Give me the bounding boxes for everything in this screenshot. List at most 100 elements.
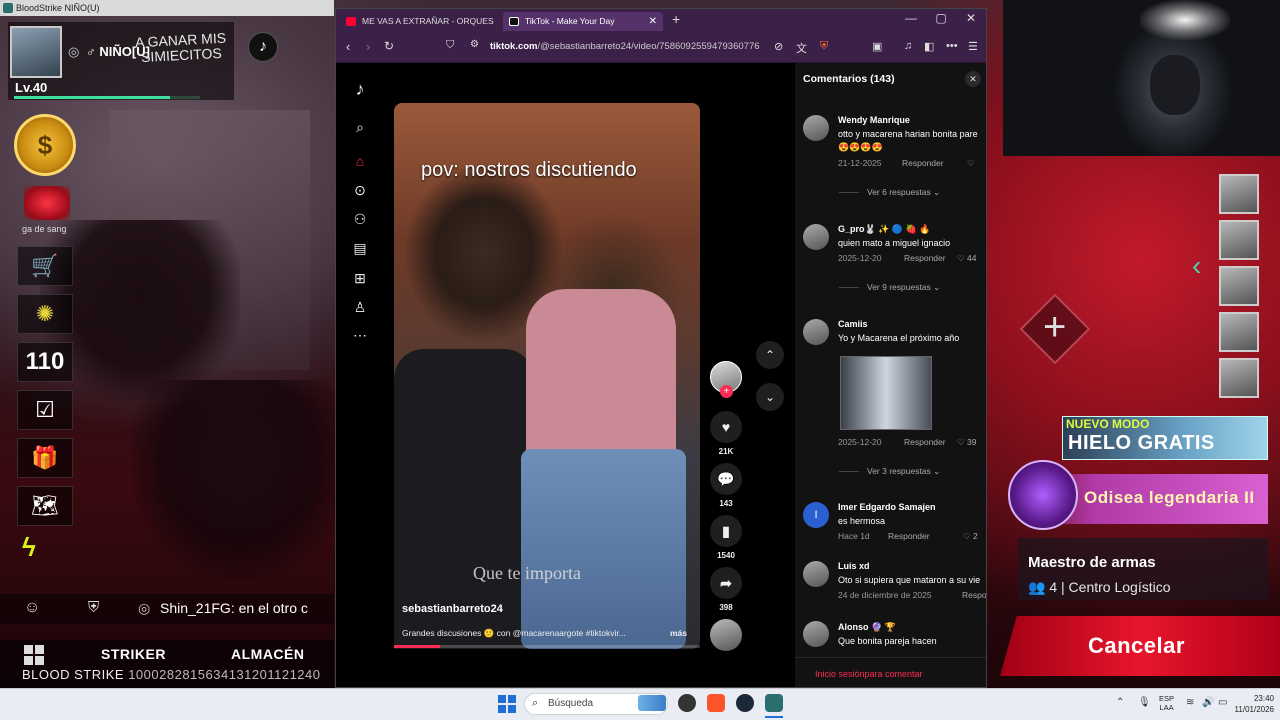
mute-icon[interactable]: ⊘ [774, 40, 783, 53]
more-link[interactable]: más [670, 628, 687, 638]
wheel-icon[interactable]: ✺ [17, 294, 73, 334]
comment-avatar[interactable] [803, 224, 829, 250]
tab-tiktok[interactable]: TikTok - Make Your Day ✕ [503, 12, 663, 31]
windows-start-icon[interactable] [498, 695, 516, 713]
comment-avatar[interactable] [803, 621, 829, 647]
media-icon[interactable]: ♫ [904, 40, 912, 52]
view-replies[interactable]: Ver 6 respuestas ⌄ [839, 187, 940, 198]
close-window-button[interactable]: ✕ [957, 11, 985, 25]
tiktok-logo-icon[interactable]: ♪ [352, 79, 368, 100]
emoji-icon[interactable]: ☺ [24, 599, 40, 617]
search-icon[interactable]: ⌕ [352, 119, 368, 136]
blood-icon[interactable] [24, 186, 70, 220]
like-count[interactable]: ♡ 2 [963, 531, 978, 542]
reply-button[interactable]: Responder [902, 158, 944, 168]
reload-icon[interactable]: ↻ [384, 39, 394, 53]
tiktok-icon[interactable]: ♪ [248, 32, 278, 62]
maximize-button[interactable]: ▢ [927, 11, 955, 25]
tab-striker[interactable]: STRIKER [101, 646, 166, 662]
shield-icon[interactable]: ⛨ [88, 599, 99, 616]
bloodstrike-app-icon[interactable] [765, 694, 783, 712]
site-info-icon[interactable]: ⚙ [470, 39, 479, 50]
cart-icon[interactable]: 🛒 [17, 246, 73, 286]
comment-author[interactable]: Alonso 🔮 🏆 [838, 622, 896, 633]
new-tab-button[interactable]: + [672, 11, 680, 27]
chevron-left-icon[interactable]: ‹ [1192, 250, 1201, 282]
gift-icon[interactable]: 🎁 [17, 438, 73, 478]
forward-icon[interactable]: › [366, 39, 370, 54]
squad-member-thumb[interactable] [1219, 358, 1259, 398]
save-button[interactable]: ▮ 1540 [710, 515, 742, 560]
squad-member-thumb[interactable] [1219, 312, 1259, 352]
brave-shield-icon[interactable]: ⛨ [820, 40, 828, 53]
obs-app-icon[interactable] [678, 694, 696, 712]
like-count[interactable]: ♡ 44 [957, 253, 976, 264]
wallet-icon[interactable]: ▣ [872, 40, 882, 53]
close-tab-icon[interactable]: ✕ [649, 12, 657, 31]
comment-avatar[interactable] [803, 115, 829, 141]
like-icon[interactable]: ♡ [967, 158, 975, 169]
music-disc[interactable] [710, 619, 742, 651]
volume-icon[interactable]: 🔊 [1202, 697, 1214, 708]
comment-author[interactable]: Luis xd [838, 561, 870, 571]
comment-button[interactable]: 💬 143 [710, 463, 742, 508]
coin-icon[interactable]: $ [14, 114, 76, 176]
avatar[interactable] [10, 26, 62, 78]
back-icon[interactable]: ‹ [346, 39, 350, 54]
live-icon[interactable]: ▤ [352, 240, 368, 257]
explore-icon[interactable]: ⊙ [352, 182, 368, 199]
upload-icon[interactable]: ⊞ [352, 270, 368, 287]
tab-almacen[interactable]: ALMACÉN [231, 646, 305, 662]
comment-author[interactable]: Wendy Manrique [838, 115, 910, 125]
counter-button[interactable]: 110 [17, 342, 73, 382]
reply-button[interactable]: Responder [888, 531, 930, 541]
comment-author[interactable]: Camiis [838, 319, 868, 329]
more-icon[interactable]: ⋯ [352, 327, 368, 344]
battery-icon[interactable]: ▭ [1218, 697, 1227, 708]
like-count[interactable]: ♡ 39 [957, 437, 976, 448]
tray-chevron-icon[interactable]: ⌃ [1116, 697, 1124, 708]
steam-app-icon[interactable] [736, 694, 754, 712]
video-progress-bar[interactable] [394, 645, 700, 648]
microphone-icon[interactable]: 🎙 [1138, 697, 1151, 708]
reply-button[interactable]: Responder [904, 437, 946, 447]
follow-button[interactable]: + [720, 385, 733, 398]
url-field[interactable]: tiktok.com/@sebastianbarreto24/video/758… [490, 41, 760, 52]
menu-icon[interactable]: ☰ [968, 40, 978, 53]
login-link[interactable]: Inicio sesiónpara comentar [815, 669, 923, 679]
sidebar-icon[interactable]: ◧ [924, 40, 934, 53]
video-author[interactable]: sebastianbarreto24 [402, 603, 503, 615]
view-replies[interactable]: Ver 3 respuestas ⌄ [839, 466, 940, 477]
brave-app-icon[interactable] [707, 694, 725, 712]
clock[interactable]: 23:40 11/01/2026 [1232, 693, 1274, 715]
view-replies[interactable]: Ver 9 respuestas ⌄ [839, 282, 940, 293]
squad-member-thumb[interactable] [1219, 266, 1259, 306]
squad-member-thumb[interactable] [1219, 220, 1259, 260]
extensions-icon[interactable]: ••• [946, 40, 958, 52]
language-indicator[interactable]: ESP LAA [1159, 694, 1174, 712]
like-button[interactable]: ♥ 21K [710, 411, 742, 456]
minimize-button[interactable]: — [897, 11, 925, 25]
share-button[interactable]: ➦ 398 [710, 567, 742, 612]
comment-avatar[interactable] [803, 561, 829, 587]
next-video-button[interactable]: ⌄ [756, 383, 784, 411]
strike-pass-icon[interactable]: ϟ [22, 532, 36, 563]
comment-avatar[interactable]: I [803, 502, 829, 528]
squad-member-thumb[interactable] [1219, 174, 1259, 214]
comment-author[interactable]: Imer Edgardo Samajen [838, 502, 936, 512]
comment-image[interactable] [840, 356, 932, 430]
close-icon[interactable]: ✕ [965, 71, 981, 87]
tab-youtube[interactable]: ME VAS A EXTRAÑAR - ORQUES [340, 12, 500, 31]
grid-icon[interactable] [24, 645, 44, 665]
comment-avatar[interactable] [803, 319, 829, 345]
following-icon[interactable]: ⚇ [352, 211, 368, 228]
previous-video-button[interactable]: ⌃ [756, 341, 784, 369]
map-icon[interactable]: 🗺 [17, 486, 73, 526]
reply-button[interactable]: Respo [962, 590, 986, 600]
reply-button[interactable]: Responder [904, 253, 946, 263]
home-icon[interactable]: ⌂ [352, 153, 368, 169]
bookmark-icon[interactable]: ⛉ [446, 39, 454, 52]
translate-icon[interactable]: 文 [796, 40, 807, 56]
wifi-icon[interactable]: ≋ [1186, 697, 1194, 708]
comment-author[interactable]: G_pro🐰 ✨ 🔵 🍓 🔥 [838, 224, 931, 235]
